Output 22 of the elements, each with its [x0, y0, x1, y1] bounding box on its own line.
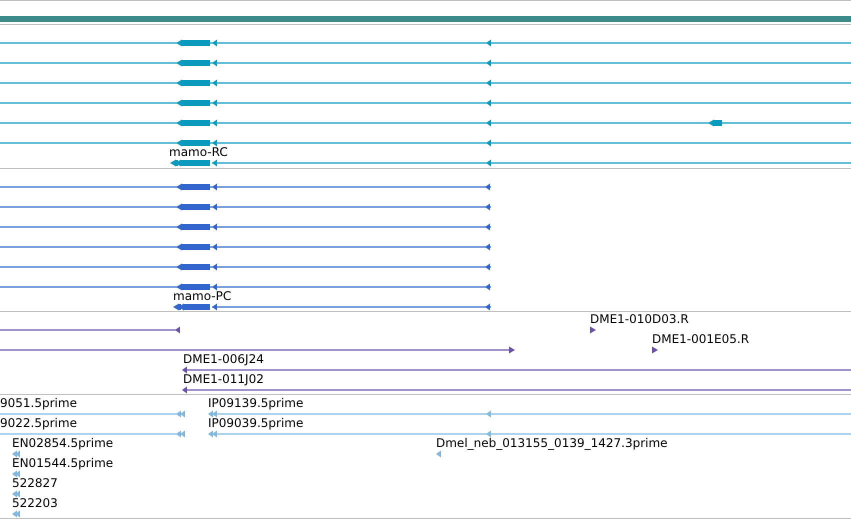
feature-label[interactable]: DME1-006J24: [183, 352, 264, 366]
est-marker-icon: [12, 469, 21, 479]
est-marker-icon: [12, 489, 21, 499]
feature-label[interactable]: EN02854.5prime: [12, 436, 114, 450]
feature-label[interactable]: mamo-RC: [169, 145, 228, 159]
est-marker-icon: [436, 449, 442, 459]
clone-marker-icon: [652, 345, 659, 355]
feature-label[interactable]: DME1-001E05.R: [652, 332, 750, 346]
feature-label[interactable]: 9051.5prime: [0, 396, 77, 410]
feature-label[interactable]: IP09139.5prime: [208, 396, 304, 410]
est-marker-icon: [12, 449, 21, 459]
feature-label[interactable]: 9022.5prime: [0, 416, 77, 430]
feature-label[interactable]: IP09039.5prime: [208, 416, 304, 430]
feature-label[interactable]: mamo-PC: [173, 289, 232, 303]
clone-marker-icon: [590, 325, 597, 335]
feature-label[interactable]: EN01544.5prime: [12, 456, 114, 470]
feature-label[interactable]: DME1-010D03.R: [590, 312, 689, 326]
feature-label[interactable]: Dmel_neb_013155_0139_1427.3prime: [436, 436, 668, 450]
feature-label[interactable]: 522203: [12, 496, 58, 510]
feature-label[interactable]: DME1-011J02: [183, 372, 264, 386]
est-marker-icon: [12, 509, 21, 519]
feature-label[interactable]: 522827: [12, 476, 58, 490]
